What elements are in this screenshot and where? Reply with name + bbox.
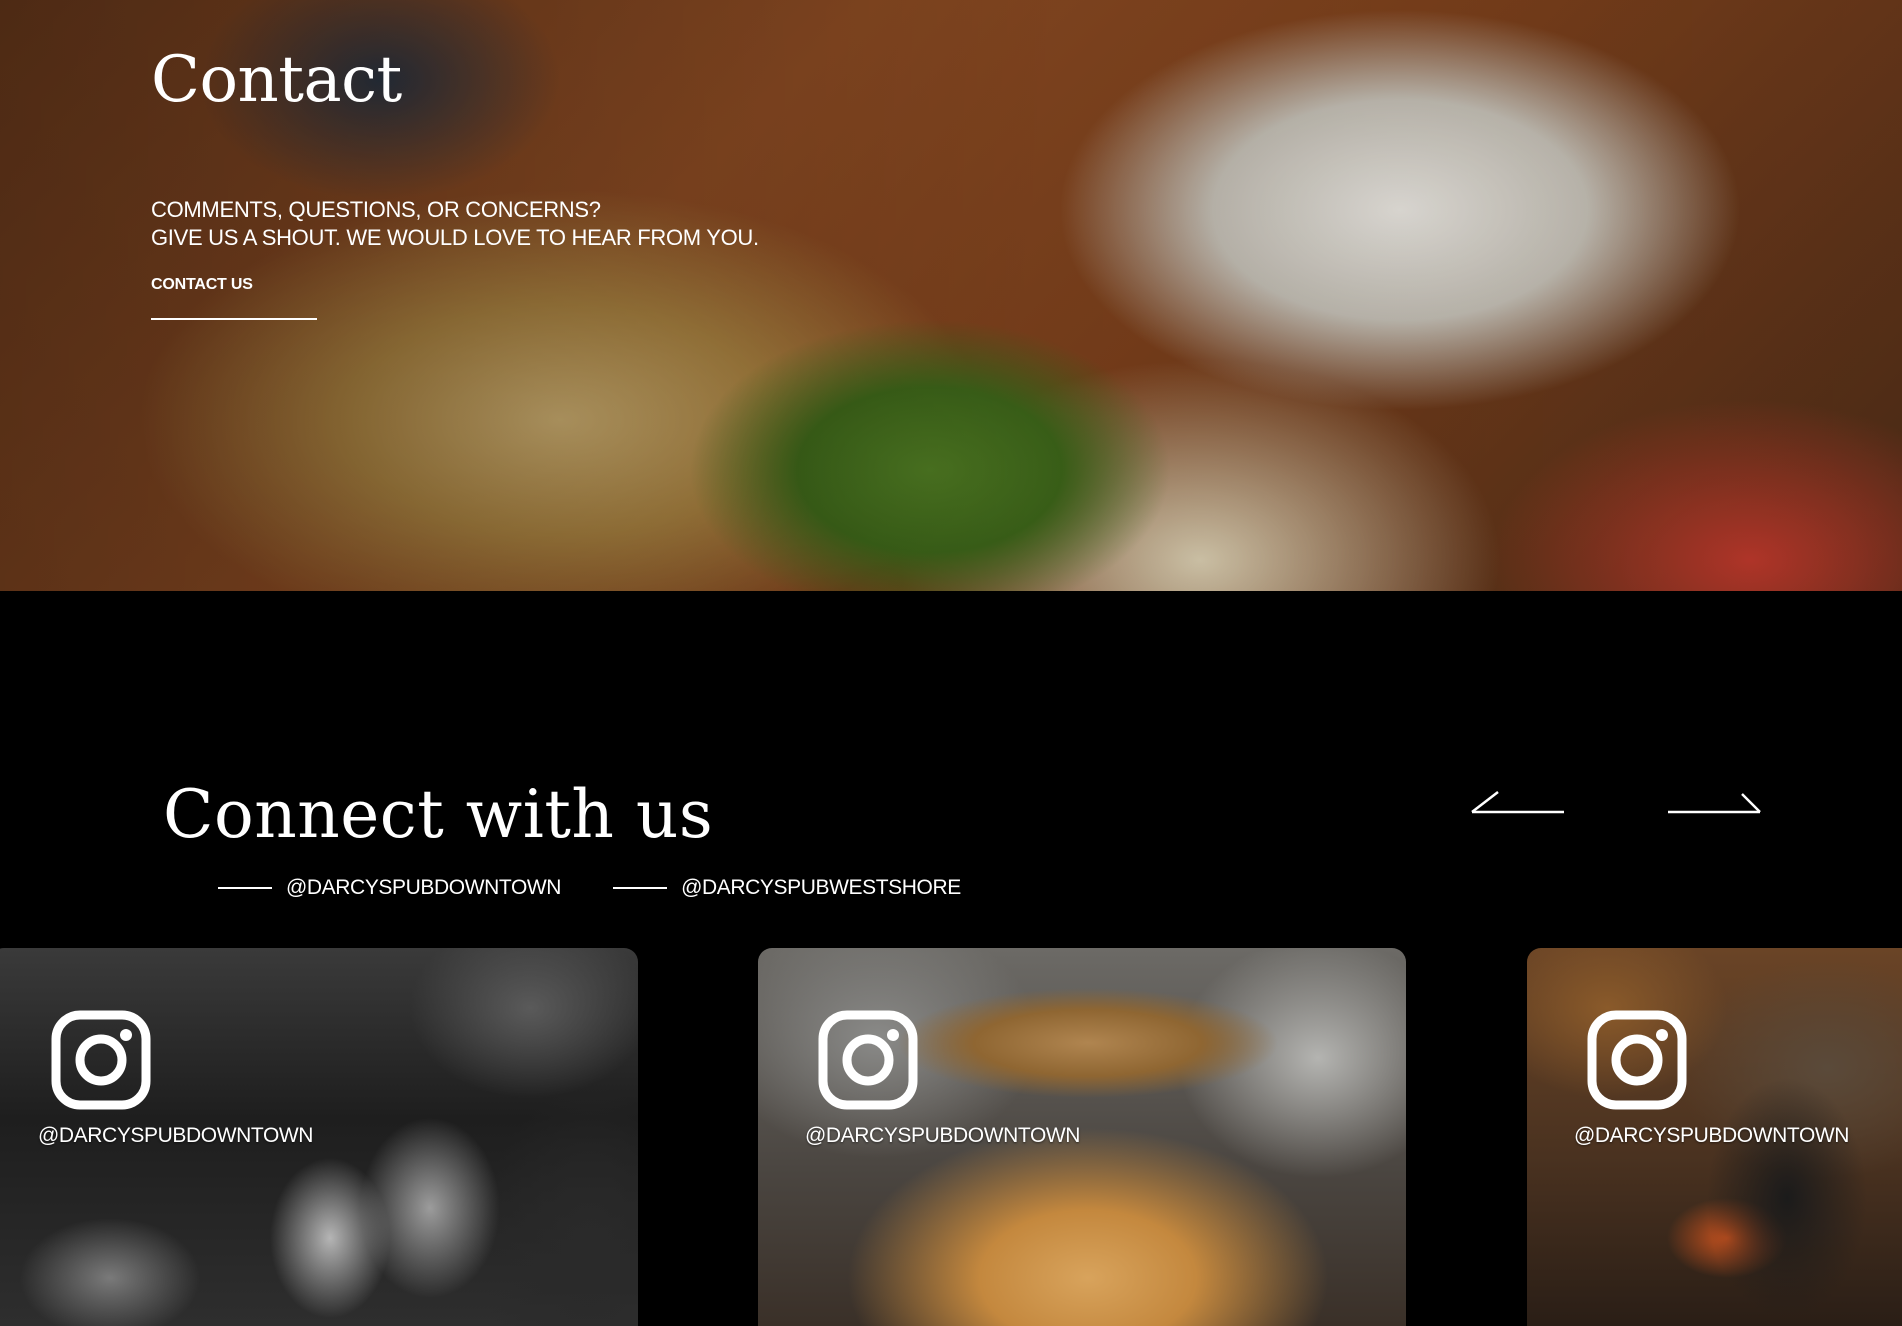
contact-us-link[interactable]: CONTACT US [151, 276, 253, 294]
contact-hero-content: Contact Comments, questions, or concerns… [151, 40, 759, 320]
contact-title: Contact [151, 43, 402, 117]
handle-downtown-label: @DARCYSPUBDOWNTOWN [286, 876, 562, 899]
contact-subtitle-line-1: Comments, questions, or concerns? [151, 197, 601, 222]
instagram-card[interactable]: @DARCYSPUBDOWNTOWN [0, 948, 638, 1326]
instagram-card[interactable]: @DARCYSPUBDOWNTOWN [1527, 948, 1902, 1326]
instagram-card-overlay: @DARCYSPUBDOWNTOWN [1527, 948, 1857, 1158]
handle-westshore-label: @DARCYSPUBWESTSHORE [681, 876, 961, 899]
instagram-icon [818, 1010, 918, 1110]
carousel-prev-button[interactable] [1470, 788, 1566, 818]
instagram-card-overlay: @DARCYSPUBDOWNTOWN [0, 948, 320, 1158]
handle-westshore[interactable]: @DARCYSPUBWESTSHORE [613, 876, 961, 900]
instagram-icon [51, 1010, 151, 1110]
arrow-right-icon [1668, 793, 1761, 814]
connect-title: Connect with us [163, 776, 714, 853]
contact-us-underline [151, 318, 317, 320]
instagram-card[interactable]: @DARCYSPUBDOWNTOWN [758, 948, 1406, 1326]
instagram-card-overlay: @DARCYSPUBDOWNTOWN [758, 948, 1088, 1158]
handle-divider [613, 887, 668, 889]
instagram-card-handle: @DARCYSPUBDOWNTOWN [1574, 1124, 1850, 1147]
handle-downtown[interactable]: @DARCYSPUBDOWNTOWN [218, 876, 561, 900]
contact-hero: Contact Comments, questions, or concerns… [0, 0, 1902, 591]
instagram-icon [1587, 1010, 1687, 1110]
instagram-card-handle: @DARCYSPUBDOWNTOWN [38, 1124, 314, 1147]
arrow-left-icon [1471, 791, 1564, 814]
instagram-card-handle: @DARCYSPUBDOWNTOWN [805, 1124, 1081, 1147]
instagram-handles: @DARCYSPUBDOWNTOWN @DARCYSPUBWESTSHORE [218, 876, 1013, 900]
contact-subtitle: Comments, questions, or concerns? Give u… [151, 196, 759, 252]
handle-divider [218, 887, 272, 889]
contact-subtitle-line-2: Give us a shout. We would love to hear f… [151, 225, 759, 250]
carousel-next-button[interactable] [1666, 788, 1762, 818]
